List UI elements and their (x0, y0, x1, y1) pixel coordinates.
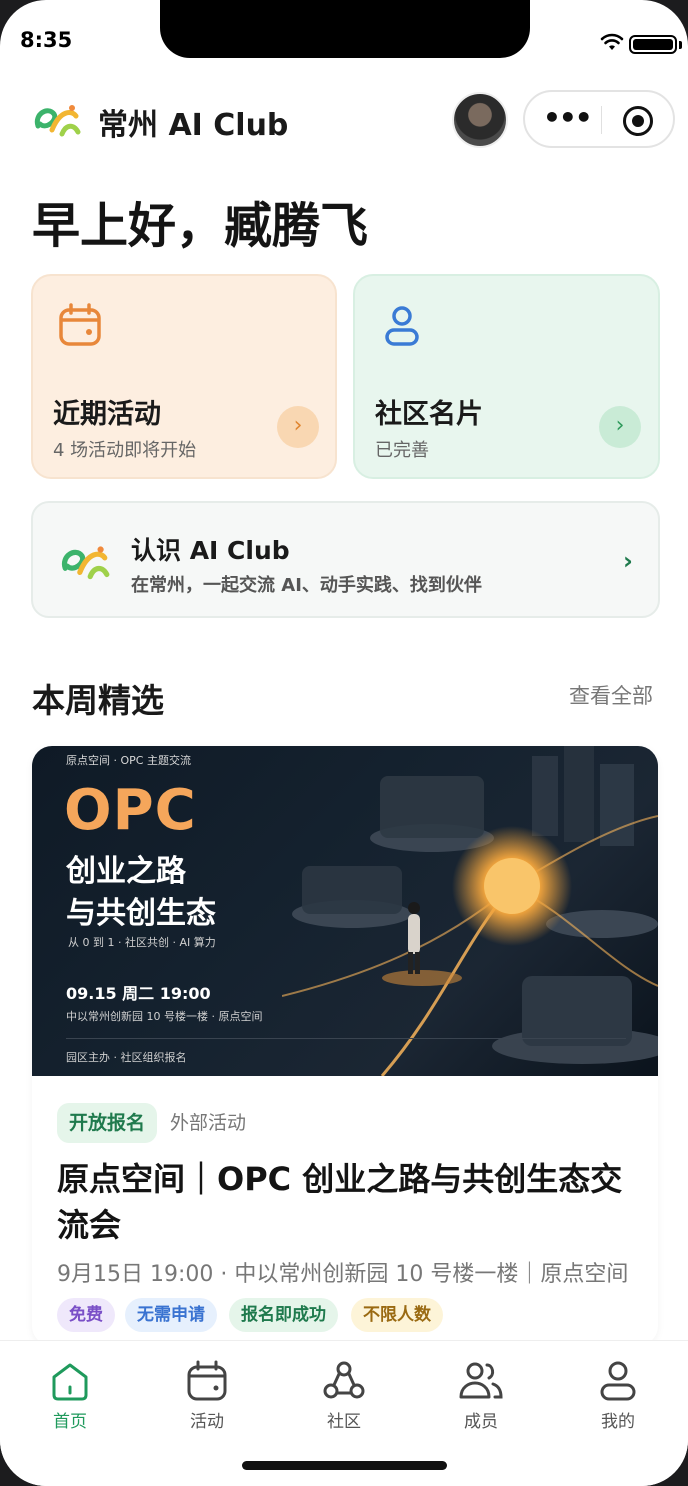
poster-location: 中以常州创新园 10 号楼一楼 · 原点空间 (66, 1010, 263, 1023)
section-title: 本周精选 (32, 681, 164, 720)
poster-illustration (282, 746, 658, 1076)
card-title: 社区名片 (375, 399, 483, 430)
poster-kicker: 原点空间 · OPC 主题交流 (66, 754, 191, 767)
user-avatar[interactable] (452, 92, 508, 148)
tab-label: 成员 (464, 1412, 498, 1432)
event-title: 原点空间｜OPC 创业之路与共创生态交流会 (57, 1160, 623, 1244)
tab-label: 活动 (190, 1412, 224, 1432)
event-type-label: 外部活动 (170, 1112, 247, 1134)
event-poster: 原点空间 · OPC 主题交流 OPC 创业之路 与共创生态 从 0 到 1 ·… (32, 746, 658, 1076)
calendar-icon (187, 1360, 227, 1401)
poster-headline: OPC (64, 778, 197, 843)
tab-home[interactable]: 首页 (10, 1349, 130, 1439)
capsule-divider (601, 106, 602, 134)
card-subtitle: 4 场活动即将开始 (53, 440, 197, 461)
chevron-right-icon[interactable]: › (277, 406, 319, 448)
greeting-title: 早上好，臧腾飞 (32, 198, 369, 254)
status-time: 8:35 (20, 28, 73, 52)
chevron-right-icon[interactable]: › (623, 547, 633, 575)
wifi-icon (600, 33, 624, 50)
poster-title-line1: 创业之路 (66, 854, 186, 889)
more-icon[interactable]: ••• (543, 104, 593, 132)
app-title: 常州 AI Club (98, 108, 289, 143)
status-bar: 8:35 (0, 0, 688, 64)
tab-community[interactable]: 社区 (284, 1349, 404, 1439)
event-meta: 9月15日 19:00 · 中以常州创新园 10 号楼一楼｜原点空间 (57, 1262, 629, 1287)
event-chip: 免费 (57, 1298, 115, 1332)
event-chip: 无需申请 (125, 1298, 217, 1332)
see-all-link[interactable]: 查看全部 (569, 680, 653, 710)
battery-icon (629, 35, 677, 54)
app-screen: 8:35 常州 AI Club ••• 早上好，臧腾飞 近期活动 4 场活动即将… (0, 0, 688, 1486)
status-badge: 开放报名 (57, 1103, 158, 1143)
poster-host: 园区主办 · 社区组织报名 (66, 1051, 187, 1064)
tab-label: 首页 (53, 1412, 87, 1432)
poster-tagline: 从 0 到 1 · 社区共创 · AI 算力 (68, 936, 216, 949)
home-indicator[interactable] (242, 1461, 447, 1470)
recent-events-card[interactable]: 近期活动 4 场活动即将开始 › (31, 274, 337, 479)
about-club-banner[interactable]: 认识 AI Club 在常州，一起交流 AI、动手实践、找到伙伴 › (31, 501, 660, 618)
club-logo-icon (34, 105, 81, 137)
close-target-icon[interactable] (623, 106, 653, 136)
poster-date: 09.15 周二 19:00 (66, 984, 211, 1003)
card-subtitle: 已完善 (375, 440, 429, 461)
featured-event-card[interactable]: 原点空间 · OPC 主题交流 OPC 创业之路 与共创生态 从 0 到 1 ·… (32, 746, 658, 1346)
community-icon (323, 1361, 365, 1399)
chevron-right-icon[interactable]: › (599, 406, 641, 448)
event-chip: 不限人数 (351, 1298, 443, 1332)
club-logo-icon (61, 546, 110, 580)
profile-icon (600, 1361, 636, 1401)
tab-label: 社区 (327, 1412, 361, 1432)
about-title: 认识 AI Club (131, 536, 290, 565)
tab-members[interactable]: 成员 (421, 1349, 541, 1439)
battery-tip (679, 41, 682, 49)
home-icon (52, 1363, 88, 1401)
header-bar: 常州 AI Club ••• (0, 86, 688, 152)
card-title: 近期活动 (53, 399, 161, 430)
community-card-card[interactable]: 社区名片 已完善 › (353, 274, 660, 479)
members-icon (459, 1362, 503, 1399)
tab-mine[interactable]: 我的 (558, 1349, 678, 1439)
tab-label: 我的 (601, 1412, 635, 1432)
event-chip: 报名即成功 (229, 1298, 338, 1332)
miniprogram-capsule: ••• (523, 90, 675, 148)
poster-title-line2: 与共创生态 (66, 896, 216, 931)
tab-events[interactable]: 活动 (147, 1349, 267, 1439)
about-subtitle: 在常州，一起交流 AI、动手实践、找到伙伴 (131, 575, 482, 596)
calendar-icon (59, 303, 101, 346)
poster-divider (66, 1038, 626, 1039)
camera-notch (160, 0, 530, 58)
user-icon (385, 306, 419, 346)
